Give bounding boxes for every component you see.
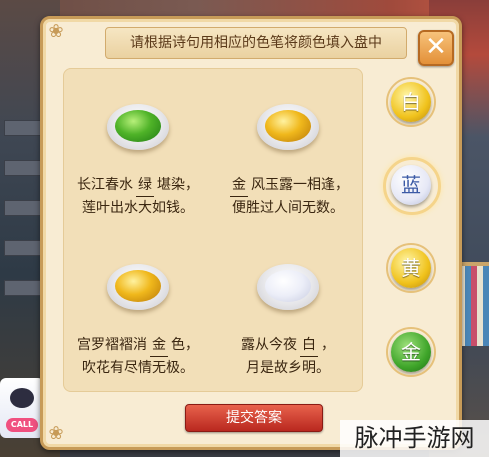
- paint-dish[interactable]: [107, 104, 169, 150]
- pen-button-blue[interactable]: 蓝: [383, 157, 441, 215]
- poem-blank: 金: [150, 334, 168, 357]
- poem-blank: 金: [230, 174, 248, 197]
- poem-cell: 长江春水绿堪染， 莲叶出水大如钱。: [63, 68, 213, 228]
- player-avatar[interactable]: CALL: [0, 378, 44, 438]
- avatar-face: [10, 388, 34, 408]
- close-icon: ✕: [425, 32, 447, 62]
- poem-text: 长江春水绿堪染， 莲叶出水大如钱。: [63, 174, 213, 219]
- pen-button-white[interactable]: 白: [386, 77, 436, 127]
- poem-text: 露从今夜白， 月是故乡明。: [213, 334, 363, 379]
- poem-board: 长江春水绿堪染， 莲叶出水大如钱。 金风玉露一相逢， 便胜过人间无数。 宫罗褶褶…: [63, 68, 363, 392]
- watermark: 脉冲手游网: [340, 420, 489, 457]
- paint-dish[interactable]: [107, 264, 169, 310]
- close-button[interactable]: ✕: [418, 30, 454, 66]
- paint-dish[interactable]: [257, 264, 319, 310]
- paint-dish[interactable]: [257, 104, 319, 150]
- poem-cell: 金风玉露一相逢， 便胜过人间无数。: [213, 68, 363, 228]
- paint-fill-gold: [265, 110, 311, 142]
- poem-text: 金风玉露一相逢， 便胜过人间无数。: [213, 174, 363, 219]
- pen-button-gold[interactable]: 金: [386, 327, 436, 377]
- submit-answer-button[interactable]: 提交答案: [185, 404, 323, 432]
- poem-text: 宫罗褶褶消金色， 吹花有尽情无极。: [63, 334, 213, 379]
- poem-cell: 露从今夜白， 月是故乡明。: [213, 230, 363, 390]
- dialog-instruction: 请根据诗句用相应的色笔将颜色填入盘中: [105, 27, 407, 59]
- pen-button-yellow[interactable]: 黄: [386, 243, 436, 293]
- corner-ornament-icon: ❀: [48, 423, 64, 444]
- call-badge[interactable]: CALL: [6, 418, 38, 432]
- poem-blank: 绿: [136, 174, 154, 197]
- paint-fill-white: [265, 270, 311, 302]
- paint-fill-green: [115, 110, 161, 142]
- poem-cell: 宫罗褶褶消金色， 吹花有尽情无极。: [63, 230, 213, 390]
- paint-fill-gold: [115, 270, 161, 302]
- corner-ornament-icon: ❀: [48, 21, 64, 42]
- poem-blank: 白: [300, 334, 318, 357]
